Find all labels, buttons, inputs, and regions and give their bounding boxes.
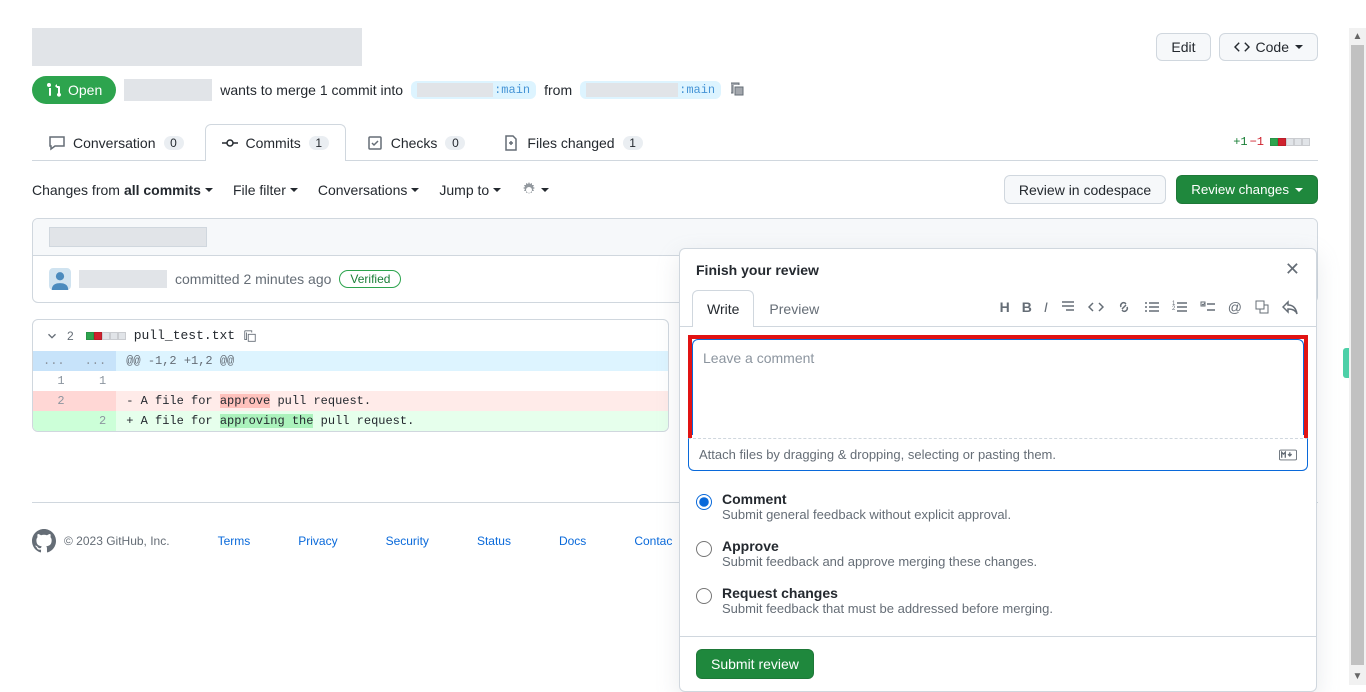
from-text: from [544,82,572,98]
footer-link-status[interactable]: Status [477,534,511,548]
heading-icon[interactable]: H [1000,299,1010,318]
scroll-up-icon[interactable]: ▲ [1349,28,1366,45]
review-popover: Finish your review ✕ Write Preview H B I… [679,248,1317,692]
scrollbar[interactable]: ▲ ▼ [1349,28,1366,685]
scroll-thumb[interactable] [1351,45,1364,665]
diff-row: 2+ A file for approving the pull request… [33,411,668,431]
chevron-down-icon[interactable] [45,329,59,343]
comment-icon [49,135,65,151]
close-icon[interactable]: ✕ [1285,259,1300,280]
code-button[interactable]: Code [1219,33,1318,61]
radio-desc: Submit feedback and approve merging thes… [722,554,1037,569]
file-diff: 2 pull_test.txt ......@@ -1,2 +1,2 @@ 11… [32,319,669,432]
tab-commits[interactable]: Commits 1 [205,124,346,161]
tab-files[interactable]: Files changed 1 [486,124,659,161]
mention-icon[interactable]: @ [1228,299,1242,318]
merge-text: wants to merge 1 commit into [220,82,403,98]
diffstat: +1 −1 [1233,135,1318,149]
radio-input[interactable] [696,494,712,510]
diff-row: 11 [33,371,668,391]
code-icon [1234,39,1250,55]
italic-icon[interactable]: I [1044,299,1048,318]
diff-table: ......@@ -1,2 +1,2 @@ 112- A file for ap… [33,351,668,431]
footer-link-terms[interactable]: Terms [218,534,251,548]
status-badge: Open [32,76,116,104]
git-pull-request-icon [46,82,62,98]
radio-label: Comment [722,491,1011,507]
footer-link-privacy[interactable]: Privacy [298,534,337,548]
github-icon [32,529,56,553]
tab-conversation[interactable]: Conversation 0 [32,124,201,161]
gear-icon [521,182,537,198]
quote-icon[interactable] [1060,299,1076,318]
branch-into[interactable]: :main [411,81,536,99]
conversations-dropdown[interactable]: Conversations [318,182,420,198]
pr-tabs: Conversation 0 Commits 1 Checks 0 Files … [32,124,1318,161]
file-name[interactable]: pull_test.txt [134,328,235,343]
commit-icon [222,135,238,151]
copy-path-icon[interactable] [243,329,257,343]
tab-checks[interactable]: Checks 0 [350,124,483,161]
radio-label: Request changes [722,585,1053,601]
markdown-toolbar: H B I 12 @ [1000,299,1304,318]
unordered-list-icon[interactable] [1144,299,1160,318]
footer-link-contact[interactable]: Contac [634,534,672,548]
footer-logo: © 2023 GitHub, Inc. [32,529,170,553]
checks-count: 0 [445,136,465,150]
pr-meta-row: Open wants to merge 1 commit into :main … [32,76,1318,104]
svg-text:2: 2 [1172,306,1176,312]
pr-title-redacted [32,28,362,66]
reply-icon[interactable] [1282,299,1298,318]
diff-row: 2- A file for approve pull request. [33,391,668,411]
committer-redacted [79,270,167,288]
copy-icon[interactable] [729,81,745,100]
radio-input[interactable] [696,588,712,604]
scroll-down-icon[interactable]: ▼ [1349,668,1366,685]
file-diff-icon [503,135,519,151]
radio-desc: Submit feedback that must be addressed b… [722,601,1053,616]
markdown-icon [1279,449,1297,461]
review-option-comment[interactable]: CommentSubmit general feedback without e… [696,483,1300,530]
commit-time: committed 2 minutes ago [175,271,331,287]
checklist-icon [367,135,383,151]
commit-subject-redacted [49,227,207,247]
files-count: 1 [623,136,643,150]
commits-count: 1 [309,136,329,150]
attach-bar[interactable]: Attach files by dragging & dropping, sel… [688,438,1308,471]
changes-from-dropdown[interactable]: Changes from all commits [32,182,213,198]
footer-link-security[interactable]: Security [386,534,429,548]
diff-toolbar: Changes from all commits File filter Con… [32,175,1318,204]
ordered-list-icon[interactable]: 12 [1172,299,1188,318]
author-redacted [124,79,212,101]
write-tab[interactable]: Write [692,290,754,327]
submit-review-button[interactable]: Submit review [696,649,814,679]
settings-gear[interactable] [521,182,549,198]
task-list-icon[interactable] [1200,299,1216,318]
radio-desc: Submit general feedback without explicit… [722,507,1011,522]
code-snippet-icon[interactable] [1088,299,1104,318]
footer-link-docs[interactable]: Docs [559,534,586,548]
bold-icon[interactable]: B [1022,299,1032,318]
jump-to-dropdown[interactable]: Jump to [439,182,501,198]
link-icon[interactable] [1116,299,1132,318]
cross-reference-icon[interactable] [1254,299,1270,318]
comment-textarea[interactable] [692,339,1304,435]
verified-badge: Verified [339,270,401,288]
popover-title: Finish your review [696,262,819,278]
review-changes-button[interactable]: Review changes [1176,175,1318,204]
review-option-request-changes[interactable]: Request changesSubmit feedback that must… [696,577,1300,624]
radio-input[interactable] [696,541,712,557]
review-codespace-button[interactable]: Review in codespace [1004,175,1166,204]
conversation-count: 0 [164,136,184,150]
file-change-count: 2 [67,329,74,343]
preview-tab[interactable]: Preview [754,290,834,327]
radio-label: Approve [722,538,1037,554]
avatar [49,268,71,290]
review-option-approve[interactable]: ApproveSubmit feedback and approve mergi… [696,530,1300,577]
edit-button[interactable]: Edit [1156,33,1210,61]
file-filter-dropdown[interactable]: File filter [233,182,298,198]
branch-from[interactable]: :main [580,81,721,99]
hunk-header: @@ -1,2 +1,2 @@ [116,351,668,371]
